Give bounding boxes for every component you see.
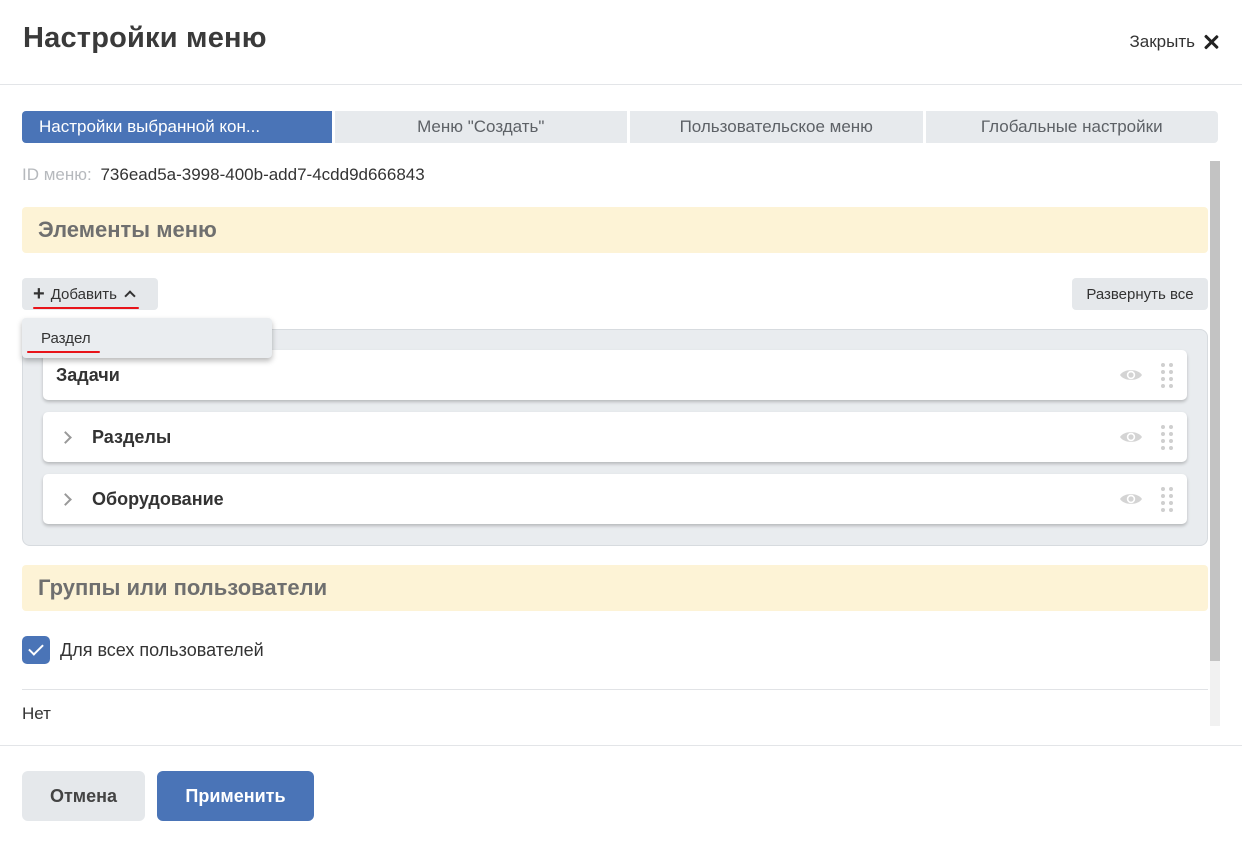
menu-id: ID меню: 736ead5a-3998-400b-add7-4cdd9d6…: [22, 165, 425, 185]
scrollbar-thumb[interactable]: [1210, 161, 1220, 661]
menu-items-section-title: Элементы меню: [22, 207, 1208, 253]
all-users-label: Для всех пользователей: [60, 639, 264, 660]
annotation-underline: [27, 351, 100, 353]
all-users-checkbox-row[interactable]: Для всех пользователей: [22, 636, 264, 664]
cancel-button[interactable]: Отмена: [22, 771, 145, 821]
chevron-right-icon[interactable]: [59, 430, 72, 444]
dialog-title: Настройки меню: [23, 22, 267, 54]
tab-user-menu[interactable]: Пользовательское меню: [630, 111, 923, 143]
eye-icon[interactable]: [1119, 429, 1143, 445]
plus-icon: +: [33, 283, 45, 305]
menu-item-name: Разделы: [92, 426, 172, 447]
eye-icon[interactable]: [1119, 367, 1143, 383]
groups-none-text: Нет: [22, 704, 51, 723]
chevron-right-icon[interactable]: [59, 492, 72, 506]
tab-bar: Настройки выбранной кон... Меню "Создать…: [22, 111, 1218, 143]
tab-create-menu[interactable]: Меню "Создать": [334, 111, 627, 143]
divider: [22, 689, 1208, 690]
menu-item-name: Задачи: [56, 364, 120, 385]
tab-selected-config[interactable]: Настройки выбранной кон...: [22, 111, 332, 143]
close-icon: [1203, 34, 1219, 50]
add-button[interactable]: + Добавить: [22, 278, 158, 310]
annotation-underline: [33, 307, 139, 309]
tab-global-settings[interactable]: Глобальные настройки: [925, 111, 1218, 143]
close-button[interactable]: Закрыть: [1130, 30, 1219, 54]
menu-item[interactable]: Оборудование: [43, 474, 1187, 524]
menu-settings-dialog: Настройки меню Закрыть Настройки выбранн…: [0, 0, 1242, 842]
drag-handle-icon[interactable]: [1161, 487, 1173, 512]
apply-button[interactable]: Применить: [157, 771, 314, 821]
close-label: Закрыть: [1129, 32, 1195, 51]
menu-item-name: Оборудование: [92, 488, 224, 509]
dialog-footer: Отмена Применить: [0, 745, 1242, 842]
menu-id-value: 736ead5a-3998-400b-add7-4cdd9d666843: [100, 165, 425, 184]
menu-id-label: ID меню:: [22, 165, 92, 184]
menu-items-list: Задачи Разделы Оборудование: [22, 329, 1208, 546]
groups-section-title: Группы или пользователи: [22, 565, 1208, 611]
drag-handle-icon[interactable]: [1161, 425, 1173, 450]
scrollbar[interactable]: [1210, 161, 1220, 726]
expand-all-button[interactable]: Развернуть все: [1072, 278, 1208, 310]
chevron-up-icon: [124, 290, 136, 302]
add-label: Добавить: [50, 285, 117, 303]
all-users-checkbox[interactable]: [22, 636, 50, 664]
dialog-header: Настройки меню Закрыть: [0, 0, 1242, 85]
dropdown-option-section[interactable]: Раздел: [41, 330, 91, 347]
checkmark-icon: [28, 640, 44, 656]
eye-icon[interactable]: [1119, 491, 1143, 507]
drag-handle-icon[interactable]: [1161, 363, 1173, 388]
menu-item[interactable]: Разделы: [43, 412, 1187, 462]
